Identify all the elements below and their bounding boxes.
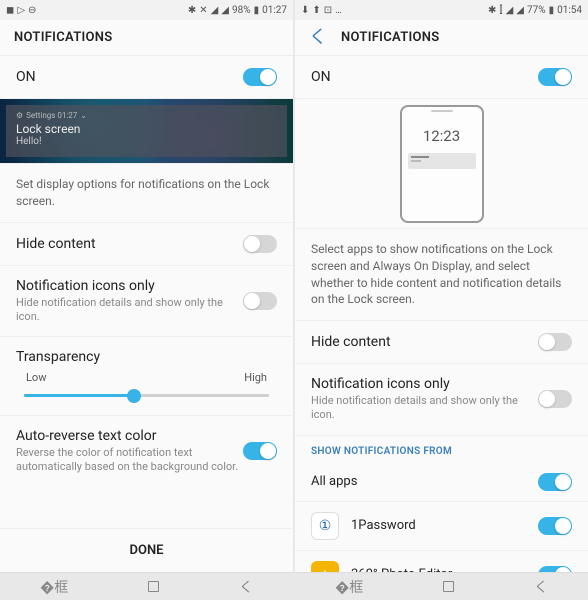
- battery-text: 98%: [232, 5, 251, 16]
- icons-only-sub: Hide notification details and show only …: [311, 394, 538, 423]
- navbar: �框 く: [295, 572, 588, 600]
- mini-phone-notif: [408, 153, 476, 169]
- signal-icon: ◢: [516, 5, 524, 16]
- hide-content-row[interactable]: Hide content: [0, 223, 293, 266]
- preview-top-text: Settings 01:27: [26, 111, 77, 120]
- transparency-row: Transparency Low High: [0, 337, 293, 416]
- app-row[interactable]: All apps: [295, 463, 588, 502]
- hide-content-label: Hide content: [311, 334, 538, 350]
- transparency-slider[interactable]: [24, 394, 269, 397]
- app-toggle[interactable]: [538, 517, 572, 535]
- hide-content-label: Hide content: [16, 236, 243, 252]
- right-phone: ⬇ ⬆ ⊡ … ✱ ⫿ ◢ ◢ 77% ▮ 01:54 く NOTIFICATI…: [295, 0, 588, 600]
- wifi-icon: ◢: [506, 5, 514, 16]
- preview-notification-card: ⚙Settings 01:27 ⌄ Lock screen Hello!: [6, 105, 287, 157]
- icons-only-label: Notification icons only: [16, 278, 243, 294]
- preview-title: Lock screen: [16, 122, 277, 136]
- auto-reverse-toggle[interactable]: [243, 442, 277, 460]
- header: NOTIFICATIONS: [0, 20, 293, 56]
- app-toggle[interactable]: [538, 473, 572, 491]
- bluetooth-icon: ✱: [188, 5, 196, 16]
- app-name-label: 1Password: [351, 518, 538, 533]
- lockscreen-preview: ⚙Settings 01:27 ⌄ Lock screen Hello!: [0, 99, 293, 164]
- master-toggle-row[interactable]: ON: [0, 56, 293, 99]
- description-text: Set display options for notifications on…: [0, 164, 293, 223]
- bluetooth-icon: ✱: [488, 5, 496, 16]
- content-scroll[interactable]: ON ⚙Settings 01:27 ⌄ Lock screen Hello! …: [0, 56, 293, 528]
- icons-only-label: Notification icons only: [311, 376, 538, 392]
- signal-icon: ◢: [221, 5, 229, 16]
- nav-home[interactable]: [443, 581, 454, 592]
- play-icon: ▷: [17, 5, 25, 16]
- mute-icon: ✕: [199, 5, 207, 16]
- back-button[interactable]: く: [309, 29, 327, 47]
- clock-text: 01:27: [262, 5, 287, 16]
- master-toggle-label: ON: [311, 69, 538, 85]
- navbar: �框 く: [0, 572, 293, 600]
- slider-low-label: Low: [26, 371, 46, 384]
- battery-icon: ▮: [549, 5, 555, 16]
- description-text: Select apps to show notifications on the…: [295, 229, 588, 321]
- app-row[interactable]: ① 1Password: [295, 502, 588, 551]
- section-header: SHOW NOTIFICATIONS FROM: [295, 436, 588, 463]
- preview-body: Hello!: [16, 136, 277, 147]
- hide-content-toggle[interactable]: [538, 333, 572, 351]
- status-bar: ⬇ ⬆ ⊡ … ✱ ⫿ ◢ ◢ 77% ▮ 01:54: [295, 0, 588, 20]
- nav-back[interactable]: く: [534, 577, 548, 597]
- nav-home[interactable]: [148, 581, 159, 592]
- battery-icon: ▮: [254, 5, 260, 16]
- mini-phone-time: 12:23: [402, 127, 482, 145]
- app-icon: ①: [311, 512, 339, 540]
- bus-icon: ⊡: [324, 5, 332, 16]
- icons-only-sub: Hide notification details and show only …: [16, 296, 243, 325]
- download-icon: ⬇: [301, 5, 309, 16]
- app-toggle[interactable]: [538, 566, 572, 572]
- header: く NOTIFICATIONS: [295, 20, 588, 56]
- chevron-down-icon: ⌄: [80, 111, 87, 120]
- auto-reverse-row[interactable]: Auto-reverse text color Reverse the colo…: [0, 416, 293, 487]
- status-bar: ◼ ▷ ⊖ ✱ ✕ ◢ ◢ 98% ▮ 01:27: [0, 0, 293, 20]
- gear-icon: ⚙: [16, 111, 23, 120]
- icons-only-toggle[interactable]: [243, 292, 277, 310]
- wifi-icon: ◢: [211, 5, 219, 16]
- done-button[interactable]: DONE: [0, 528, 293, 572]
- hide-content-toggle[interactable]: [243, 235, 277, 253]
- nav-recent[interactable]: �框: [40, 577, 68, 597]
- app-icon: ✦: [311, 561, 339, 572]
- lockscreen-illustration: 12:23: [295, 99, 588, 229]
- master-toggle[interactable]: [243, 68, 277, 86]
- transparency-label: Transparency: [16, 349, 277, 365]
- icons-only-row[interactable]: Notification icons only Hide notificatio…: [295, 364, 588, 436]
- page-title: NOTIFICATIONS: [341, 30, 440, 45]
- hide-content-row[interactable]: Hide content: [295, 321, 588, 364]
- master-toggle[interactable]: [538, 68, 572, 86]
- clock-text: 01:54: [557, 5, 582, 16]
- app-row[interactable]: ✦360° Photo Editor: [295, 551, 588, 572]
- store-icon: ◼: [6, 5, 14, 16]
- more-icon: …: [335, 5, 342, 16]
- mini-phone-graphic: 12:23: [400, 105, 484, 223]
- page-title: NOTIFICATIONS: [14, 30, 113, 45]
- icons-only-toggle[interactable]: [538, 390, 572, 408]
- left-phone: ◼ ▷ ⊖ ✱ ✕ ◢ ◢ 98% ▮ 01:27 NOTIFICATIONS …: [0, 0, 293, 600]
- slider-high-label: High: [244, 371, 267, 384]
- app-icon: ⊖: [28, 5, 36, 16]
- battery-text: 77%: [527, 5, 546, 16]
- master-toggle-label: ON: [16, 69, 243, 85]
- content-scroll[interactable]: ON 12:23 Select apps to show notificatio…: [295, 56, 588, 572]
- master-toggle-row[interactable]: ON: [295, 56, 588, 99]
- upload-icon: ⬆: [312, 5, 320, 16]
- nav-back[interactable]: く: [239, 577, 253, 597]
- vibrate-icon: ⫿: [499, 5, 502, 16]
- icons-only-row[interactable]: Notification icons only Hide notificatio…: [0, 266, 293, 338]
- auto-reverse-label: Auto-reverse text color: [16, 428, 243, 444]
- auto-reverse-sub: Reverse the color of notification text a…: [16, 446, 243, 475]
- app-name-label: All apps: [311, 474, 538, 489]
- nav-recent[interactable]: �框: [335, 577, 363, 597]
